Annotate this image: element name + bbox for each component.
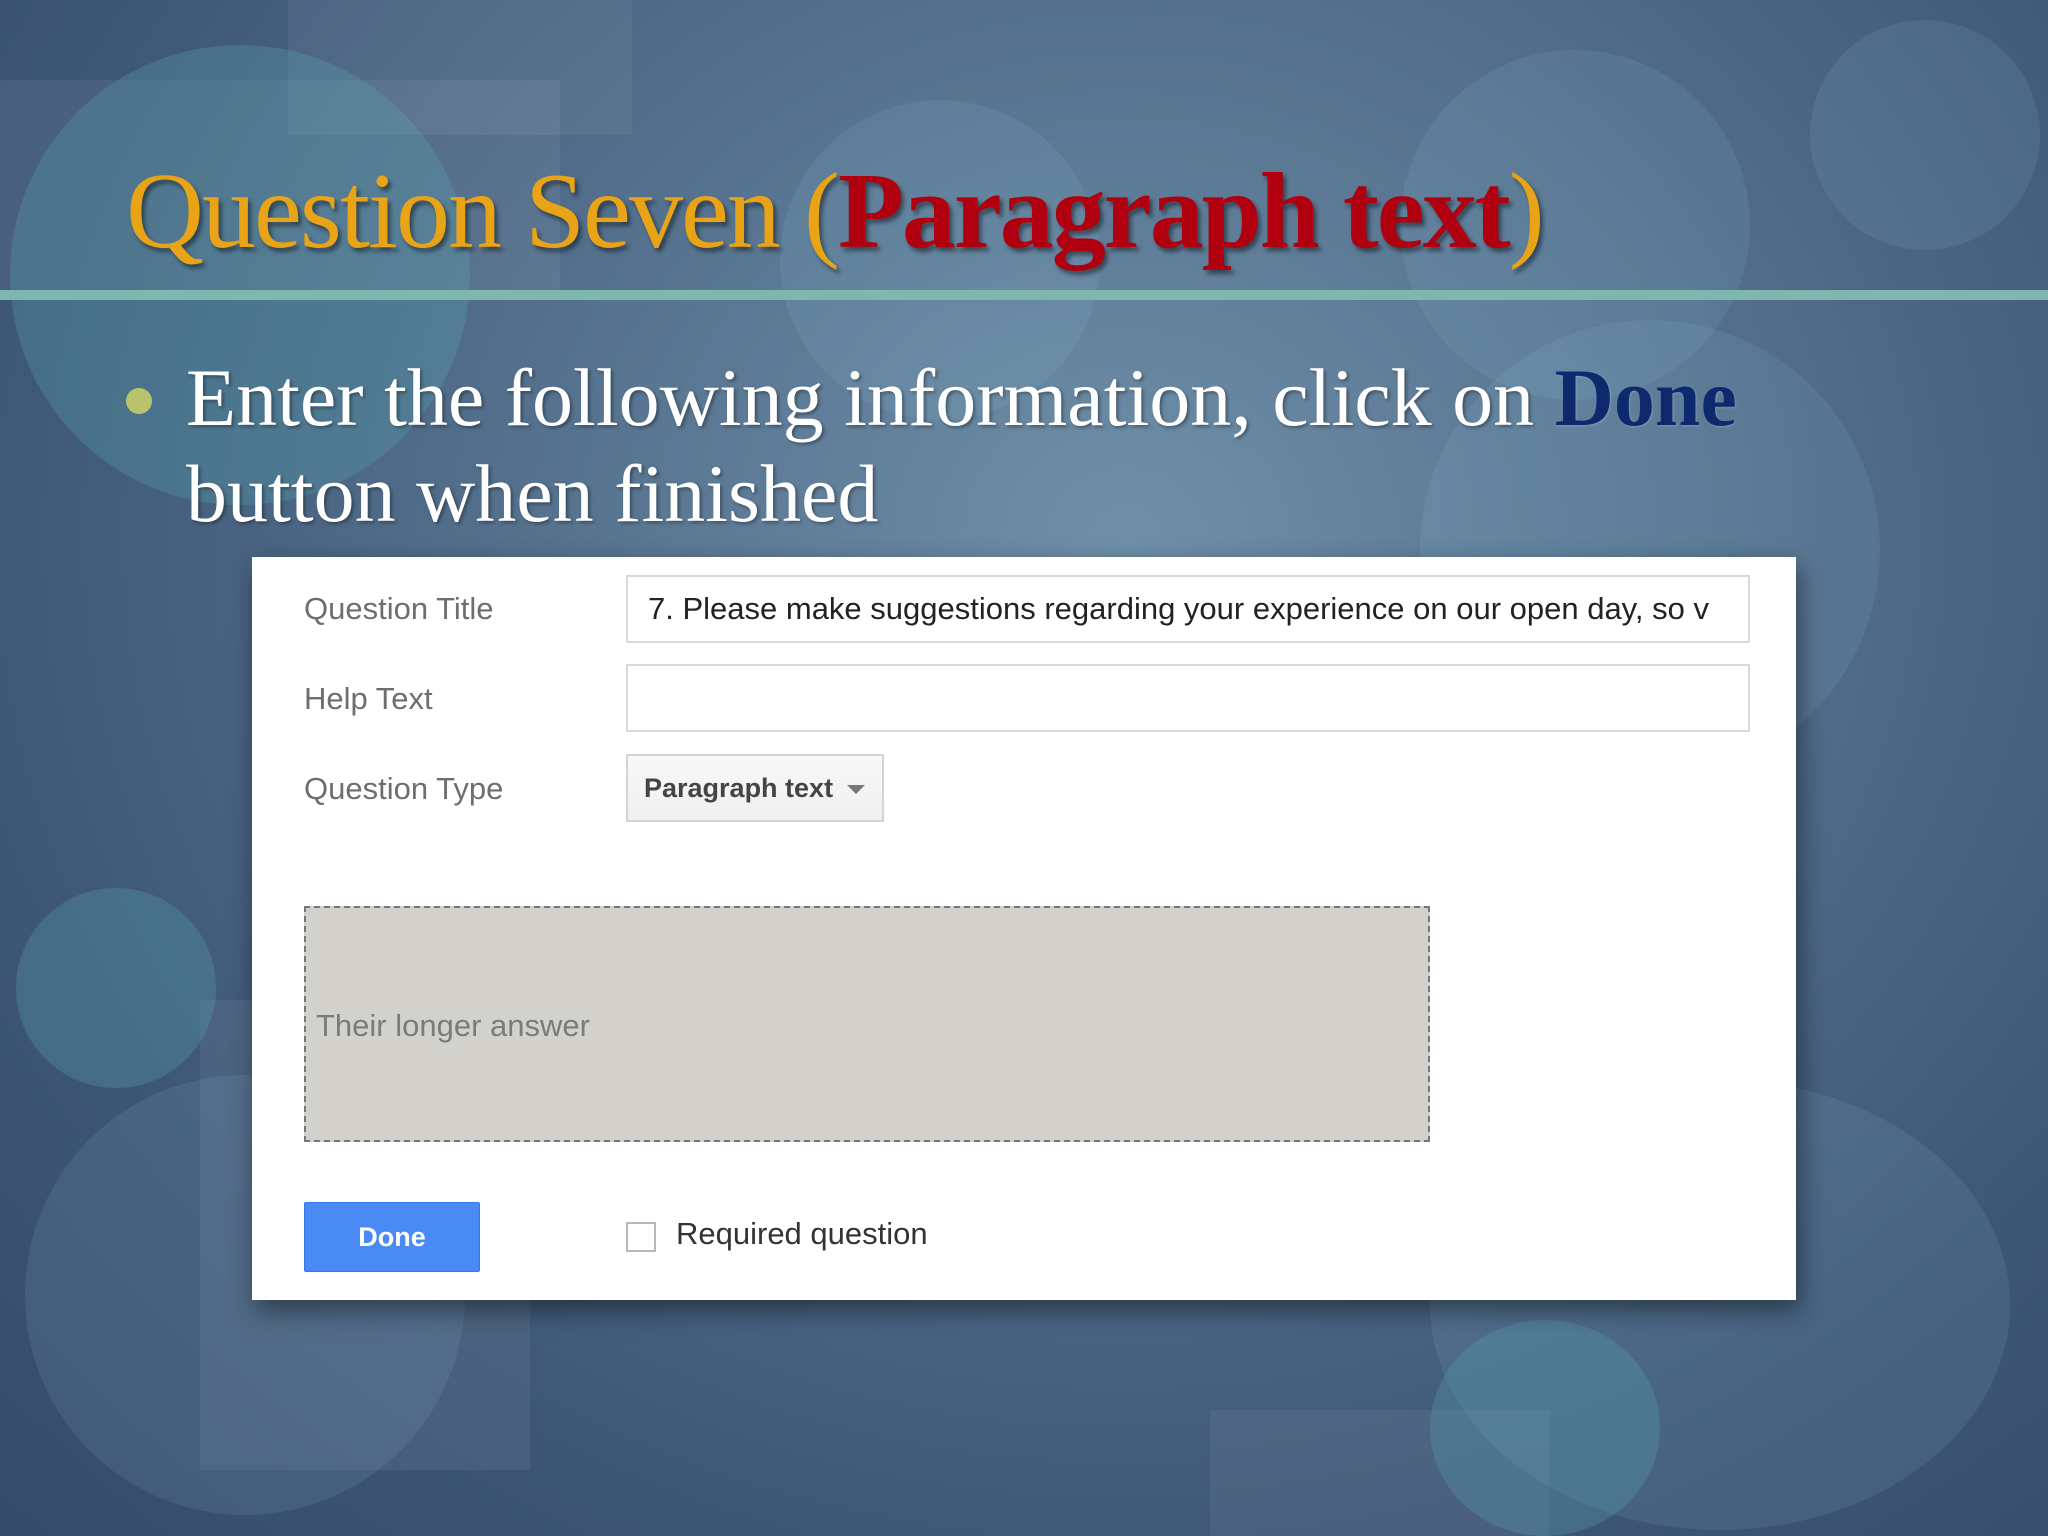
- title-prefix: Question Seven (: [126, 152, 840, 271]
- question-type-select[interactable]: Paragraph text: [626, 754, 884, 822]
- instruction-bullet: Enter the following information, click o…: [126, 350, 1886, 542]
- background-circle: [1430, 1320, 1660, 1536]
- bullet-dot-icon: [126, 388, 152, 414]
- answer-preview-box: Their longer answer: [304, 906, 1430, 1142]
- slide-title: Question Seven (Paragraph text): [126, 150, 1545, 274]
- question-type-value: Paragraph text: [644, 772, 834, 803]
- help-text-input[interactable]: [626, 664, 1750, 732]
- bullet-text-start: Enter the following information, click o…: [186, 352, 1555, 443]
- required-question-label[interactable]: Required question: [676, 1216, 928, 1252]
- bullet-text: Enter the following information, click o…: [126, 350, 1886, 542]
- title-divider: [0, 290, 2048, 300]
- answer-preview-placeholder: Their longer answer: [316, 1008, 590, 1043]
- bullet-text-end: button when finished: [186, 448, 879, 539]
- question-title-label: Question Title: [304, 591, 494, 626]
- help-text-label: Help Text: [304, 681, 433, 716]
- bullet-highlight: Done: [1554, 352, 1737, 443]
- question-editor-panel: Question Title Help Text Question Type P…: [252, 557, 1796, 1300]
- title-highlight: Paragraph text: [837, 152, 1511, 271]
- chevron-down-icon: [847, 784, 866, 794]
- background-circle: [1810, 20, 2040, 250]
- background-circle: [16, 888, 216, 1088]
- required-question-checkbox[interactable]: [626, 1222, 656, 1252]
- title-suffix: ): [1508, 152, 1545, 271]
- done-button[interactable]: Done: [304, 1202, 480, 1272]
- question-title-input[interactable]: [626, 575, 1750, 643]
- question-type-label: Question Type: [304, 771, 504, 806]
